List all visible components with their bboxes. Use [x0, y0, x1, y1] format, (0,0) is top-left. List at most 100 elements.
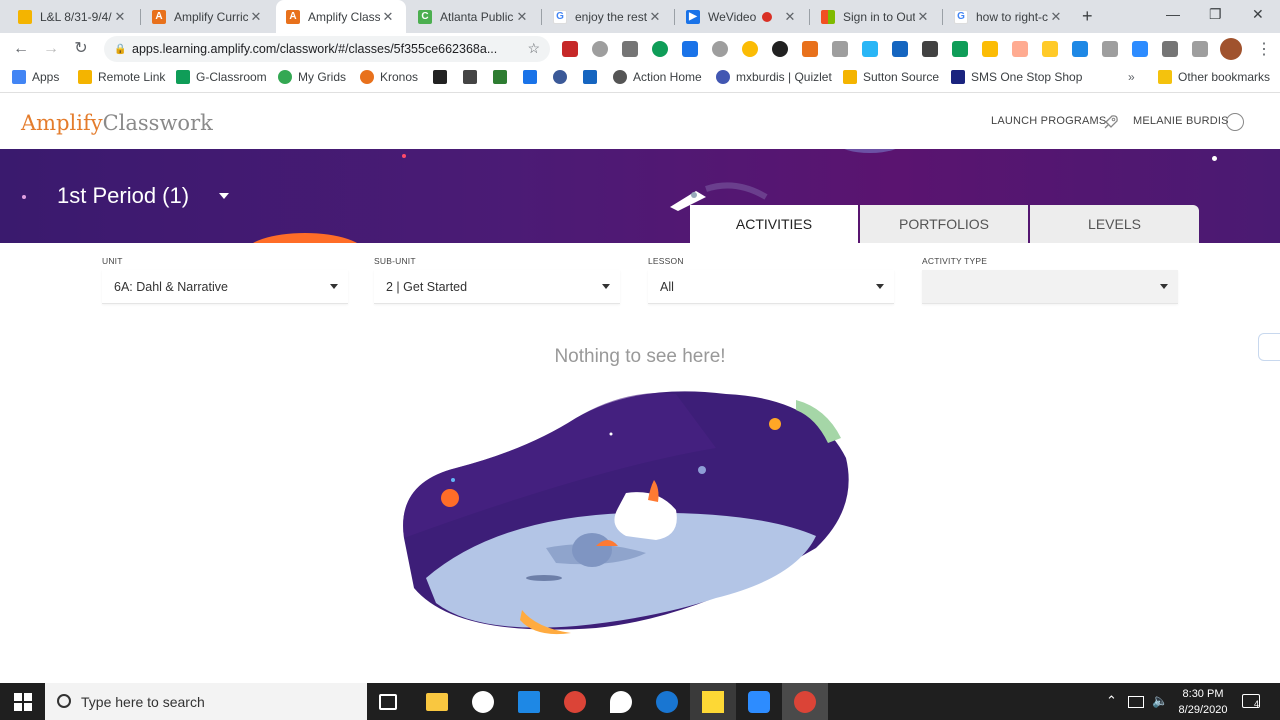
minimize-button[interactable]: —: [1166, 6, 1180, 22]
extension-icon[interactable]: [562, 41, 578, 57]
bookmark-kronos[interactable]: Kronos: [360, 70, 418, 84]
extension-icon[interactable]: [982, 41, 998, 57]
extension-icon[interactable]: [1072, 41, 1088, 57]
calculator-icon[interactable]: [518, 691, 540, 713]
rocket-icon[interactable]: [1102, 113, 1120, 131]
close-icon[interactable]: ✕: [647, 9, 663, 25]
close-icon[interactable]: ✕: [112, 9, 128, 25]
extension-icon[interactable]: [772, 41, 788, 57]
more-bookmarks-chevron-icon[interactable]: »: [1128, 70, 1135, 84]
tab-title: Amplify Curric: [174, 9, 248, 24]
sticky-notes-icon[interactable]: [702, 691, 724, 713]
extension-icon[interactable]: [802, 41, 818, 57]
bookmark-action-home[interactable]: Action Home: [613, 70, 702, 84]
class-dropdown-caret-icon[interactable]: [219, 193, 229, 199]
bookmark-apps[interactable]: Apps: [12, 70, 59, 84]
tab-activities[interactable]: ACTIVITIES: [690, 205, 858, 243]
browser-tab-8[interactable]: G how to right-c ✕: [944, 0, 1074, 33]
bookmark-icon-only[interactable]: [583, 70, 603, 84]
extension-icon[interactable]: [712, 41, 728, 57]
bookmark-sms[interactable]: SMS One Stop Shop: [951, 70, 1082, 84]
close-icon[interactable]: ✕: [380, 9, 396, 25]
bookmark-icon-only[interactable]: [553, 70, 573, 84]
activity-type-select[interactable]: [922, 270, 1178, 304]
browser-tab-2[interactable]: A Amplify Curric ✕: [142, 0, 274, 33]
close-icon[interactable]: ✕: [514, 9, 530, 25]
extension-icon[interactable]: [1012, 41, 1028, 57]
bookmark-icon-only[interactable]: [463, 70, 483, 84]
task-view-icon[interactable]: [379, 694, 397, 710]
bookmark-remote-link[interactable]: Remote Link: [78, 70, 165, 84]
app-icon[interactable]: [472, 691, 494, 713]
extension-icon[interactable]: [832, 41, 848, 57]
bookmark-icon-only[interactable]: [493, 70, 513, 84]
subunit-select[interactable]: 2 | Get Started: [374, 270, 620, 304]
new-tab-button[interactable]: +: [1082, 6, 1093, 27]
launch-programs-link[interactable]: LAUNCH PROGRAMS: [991, 115, 1106, 127]
user-account-icon[interactable]: [1226, 113, 1244, 131]
browser-tab-1[interactable]: L&L 8/31-9/4/ ✕: [8, 0, 138, 33]
unit-select[interactable]: 6A: Dahl & Narrative: [102, 270, 348, 304]
forward-arrow-icon[interactable]: →: [40, 38, 62, 60]
microsoft-icon: [821, 9, 835, 24]
restore-button[interactable]: ❐: [1209, 6, 1222, 23]
volume-icon[interactable]: 🔈: [1152, 693, 1168, 709]
taskbar-search-input[interactable]: Type here to search: [45, 683, 367, 720]
chrome-icon[interactable]: [794, 691, 816, 713]
window-close-button[interactable]: ✕: [1252, 6, 1264, 23]
windows-start-icon[interactable]: [14, 693, 32, 711]
chrome-icon[interactable]: [564, 691, 586, 713]
bookmark-icon-only[interactable]: [523, 70, 543, 84]
bookmark-other[interactable]: Other bookmarks: [1158, 70, 1270, 84]
bookmark-my-grids[interactable]: My Grids: [278, 70, 346, 84]
user-name-menu[interactable]: MELANIE BURDIS: [1133, 115, 1229, 127]
close-icon[interactable]: ✕: [782, 9, 798, 25]
extension-icon[interactable]: [652, 41, 668, 57]
file-explorer-icon[interactable]: [426, 693, 448, 711]
profile-avatar[interactable]: [1220, 38, 1242, 60]
address-bar[interactable]: 🔒 apps.learning.amplify.com/classwork/#/…: [104, 36, 550, 62]
extension-icon[interactable]: [1042, 41, 1058, 57]
system-clock[interactable]: 8:30 PM 8/29/2020: [1172, 686, 1234, 718]
reload-icon[interactable]: ↻: [70, 38, 92, 60]
back-arrow-icon[interactable]: ←: [10, 38, 32, 60]
lesson-select[interactable]: All: [648, 270, 894, 304]
extension-icon[interactable]: [1102, 41, 1118, 57]
browser-tab-7[interactable]: Sign in to Outl ✕: [811, 0, 941, 33]
extension-icon[interactable]: [922, 41, 938, 57]
puzzle-icon[interactable]: [1162, 41, 1178, 57]
extension-icon[interactable]: [742, 41, 758, 57]
browser-tab-6[interactable]: ▶ WeVideo ✕: [676, 0, 808, 33]
folder-icon: [78, 70, 92, 84]
planet-decoration: [245, 233, 365, 243]
chevron-up-icon[interactable]: ⌃: [1106, 693, 1117, 709]
extension-icon[interactable]: [862, 41, 878, 57]
bookmark-icon-only[interactable]: [433, 70, 453, 84]
close-icon[interactable]: ✕: [1048, 9, 1064, 25]
extension-icon[interactable]: [592, 41, 608, 57]
amplify-classwork-logo[interactable]: AmplifyClasswork: [21, 111, 213, 135]
bookmark-star-icon[interactable]: ☆: [527, 40, 540, 57]
close-icon[interactable]: ✕: [248, 9, 264, 25]
kebab-menu-icon[interactable]: ⋮: [1256, 39, 1272, 59]
zoom-extension-icon[interactable]: [1132, 41, 1148, 57]
network-icon[interactable]: [1128, 696, 1144, 708]
internet-explorer-icon[interactable]: [656, 691, 678, 713]
zoom-icon[interactable]: [748, 691, 770, 713]
close-icon[interactable]: ✕: [915, 9, 931, 25]
extension-icon[interactable]: [622, 41, 638, 57]
extension-icon[interactable]: [952, 41, 968, 57]
extension-icon[interactable]: [682, 41, 698, 57]
extension-icon[interactable]: [892, 41, 908, 57]
bookmark-g-classroom[interactable]: G-Classroom: [176, 70, 267, 84]
app-icon[interactable]: [610, 691, 632, 713]
browser-tab-3-active[interactable]: A Amplify Classv ✕: [276, 0, 406, 33]
tab-portfolios[interactable]: PORTFOLIOS: [860, 205, 1028, 243]
browser-tab-5[interactable]: G enjoy the rest ✕: [543, 0, 673, 33]
tab-levels[interactable]: LEVELS: [1030, 205, 1199, 243]
bookmark-sutton-source[interactable]: Sutton Source: [843, 70, 939, 84]
bookmark-label: Remote Link: [98, 70, 166, 84]
cast-icon[interactable]: [1192, 41, 1208, 57]
bookmark-quizlet[interactable]: mxburdis | Quizlet: [716, 70, 832, 84]
browser-tab-4[interactable]: C Atlanta Public ✕: [408, 0, 540, 33]
